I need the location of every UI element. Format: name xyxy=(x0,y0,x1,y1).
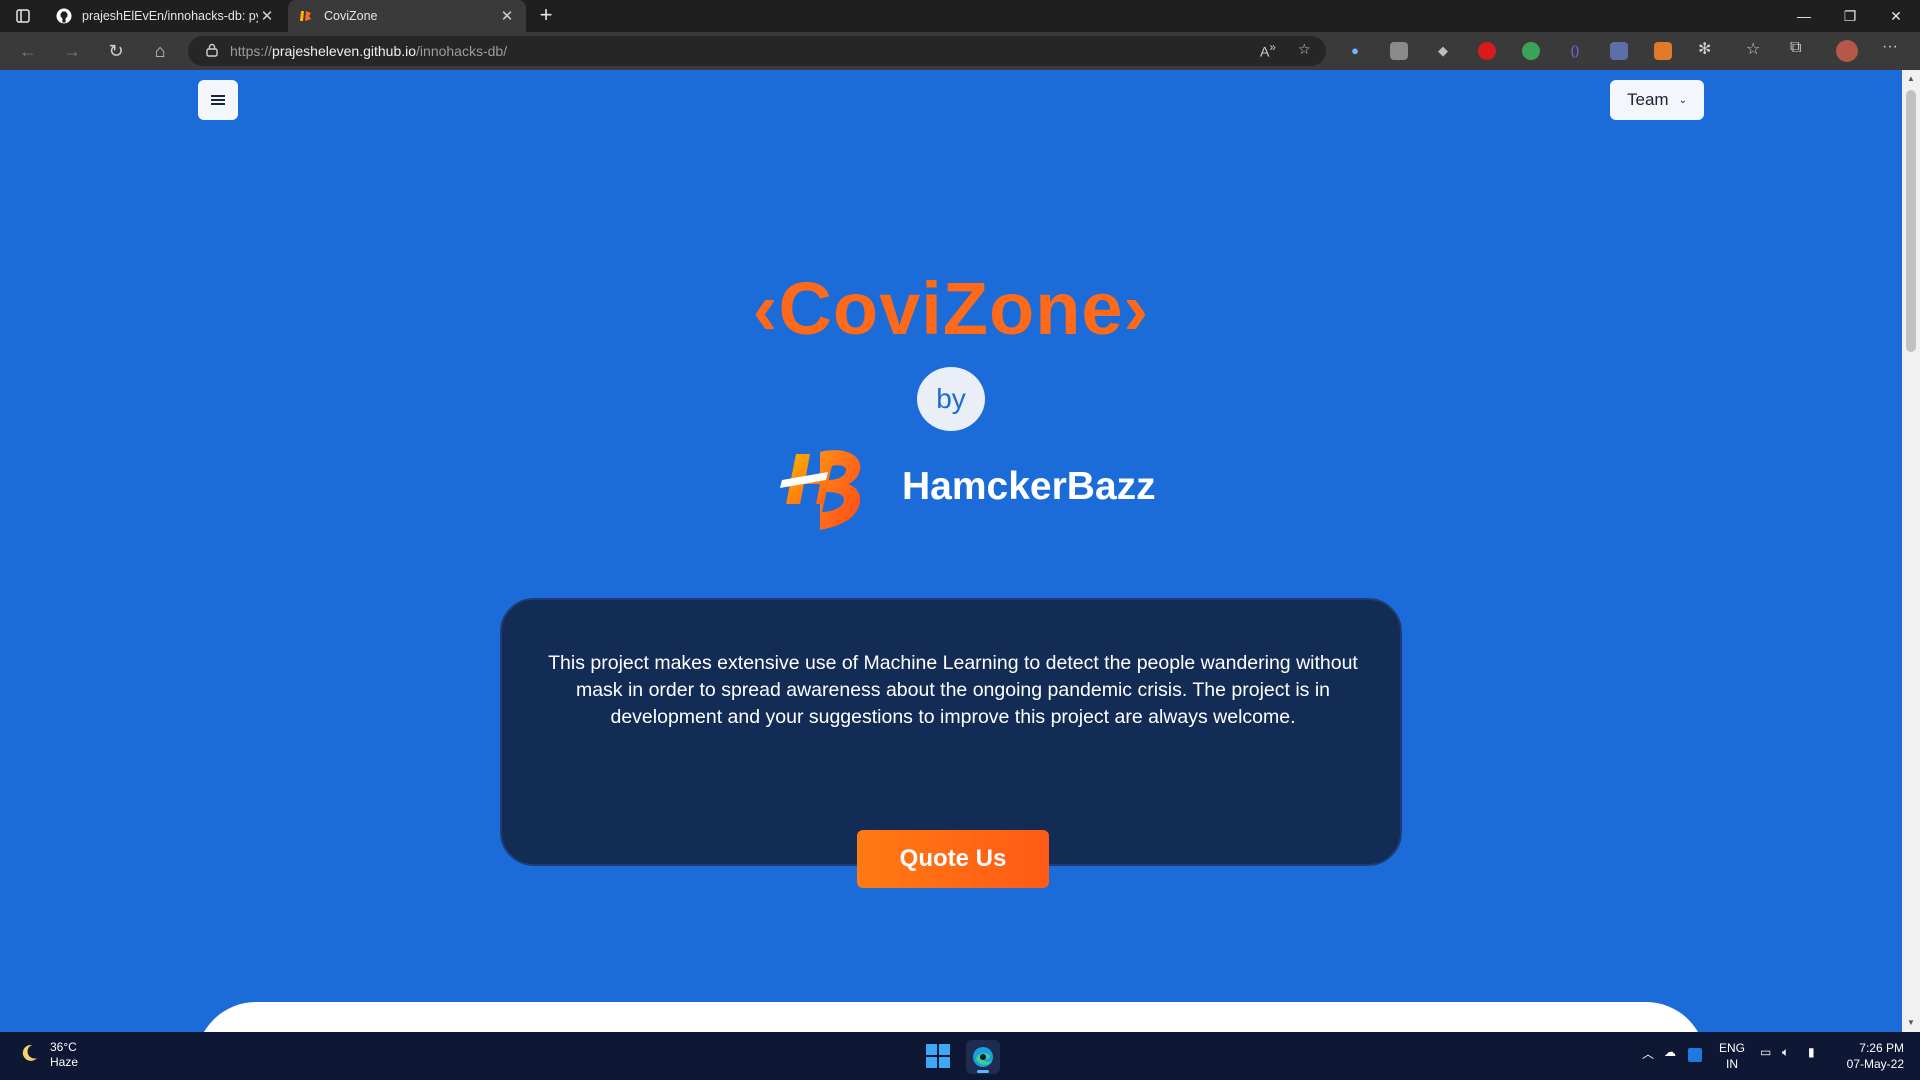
new-tab-button[interactable]: + xyxy=(532,2,560,30)
clock[interactable]: 7:26 PM 07-May-22 xyxy=(1838,1040,1904,1072)
by-label: by xyxy=(936,383,966,414)
close-tab-icon[interactable]: ✕ xyxy=(498,7,516,25)
show-hidden-icons[interactable]: ︿ xyxy=(1642,1045,1654,1062)
favorites-icon[interactable]: ☆ xyxy=(1746,39,1760,59)
read-aloud-icon[interactable]: A» xyxy=(1260,41,1276,60)
close-tab-icon[interactable]: ✕ xyxy=(258,7,276,25)
hamburger-icon xyxy=(211,95,225,105)
hamckerbazz-logo xyxy=(780,450,861,530)
extension-red-icon[interactable] xyxy=(1478,42,1496,60)
collections-icon[interactable]: ⧉ xyxy=(1790,39,1801,57)
extension-pen-icon[interactable] xyxy=(1610,42,1628,60)
lang-line1: ENG xyxy=(1718,1041,1745,1055)
org-branding: HamckerBazz xyxy=(776,437,1156,537)
team-dropdown-button[interactable]: Team ⌄ xyxy=(1610,80,1704,120)
extension-bookmark-icon[interactable]: ◆ xyxy=(1434,42,1452,60)
tab-covizone[interactable]: CoviZone ✕ xyxy=(288,0,526,32)
org-name: HamckerBazz xyxy=(902,465,1156,508)
lock-icon xyxy=(206,43,218,60)
tab-actions-icon[interactable] xyxy=(12,6,34,26)
metamask-icon[interactable] xyxy=(1654,42,1672,60)
next-section-panel xyxy=(196,1002,1706,1032)
minimize-icon[interactable]: — xyxy=(1782,0,1826,32)
address-bar[interactable]: https:// prajesheleven.github.io /innoha… xyxy=(188,36,1326,66)
clock-date: 07-May-22 xyxy=(1846,1057,1904,1071)
lang-line2: IN xyxy=(1726,1057,1738,1071)
network-icon[interactable]: ▭ xyxy=(1760,1045,1771,1059)
quote-us-button[interactable]: Quote Us xyxy=(857,830,1049,888)
clock-time: 7:26 PM xyxy=(1859,1041,1904,1055)
extension-k-icon[interactable] xyxy=(1390,42,1408,60)
hb-favicon-icon xyxy=(298,8,314,24)
tab-bar: prajeshElEvEn/innohacks-db: pyt ✕ CoviZo… xyxy=(0,0,1920,32)
scroll-up-icon[interactable]: ▲ xyxy=(1906,74,1916,83)
extensions-icon[interactable]: ✻ xyxy=(1698,39,1711,59)
moon-icon xyxy=(18,1042,40,1069)
browser-toolbar: ← → ↻ ⌂ https:// prajesheleven.github.io… xyxy=(0,32,1920,70)
extension-green-icon[interactable] xyxy=(1522,42,1540,60)
weather-widget[interactable]: 36°C Haze xyxy=(18,1040,78,1070)
hamburger-menu-button[interactable] xyxy=(198,80,238,120)
app-tray-icon[interactable] xyxy=(1688,1048,1702,1062)
battery-icon[interactable]: ▮ xyxy=(1808,1045,1815,1059)
project-description: This project makes extensive use of Mach… xyxy=(548,652,1358,728)
taskbar: 36°C Haze ︿ ☁ ENG IN ▭ 🔈︎ ▮ 7:26 PM 07-M… xyxy=(0,1032,1920,1080)
page-scrollbar[interactable]: ▲ ▼ xyxy=(1902,70,1920,1032)
tab-title: CoviZone xyxy=(324,9,378,23)
weather-temp: 36°C xyxy=(50,1040,77,1054)
url-scheme: https:// xyxy=(230,43,273,59)
home-icon[interactable]: ⌂ xyxy=(146,39,174,63)
edge-taskbar-icon[interactable] xyxy=(966,1040,1000,1074)
tab-github[interactable]: prajeshElEvEn/innohacks-db: pyt ✕ xyxy=(46,0,286,32)
chevron-down-icon: ⌄ xyxy=(1678,94,1687,106)
search-extension-icon[interactable]: ● xyxy=(1346,42,1364,60)
add-favorite-icon[interactable]: ☆ xyxy=(1298,41,1311,58)
tab-title: prajeshElEvEn/innohacks-db: pyt xyxy=(82,9,258,23)
team-label: Team xyxy=(1627,90,1669,109)
scrollbar-thumb[interactable] xyxy=(1906,90,1916,352)
volume-icon[interactable]: 🔈︎ xyxy=(1782,1045,1789,1060)
back-icon[interactable]: ← xyxy=(14,39,42,63)
weather-condition: Haze xyxy=(50,1055,79,1069)
site-title: ‹CoviZone› xyxy=(752,267,1150,350)
more-menu-icon[interactable]: ··· xyxy=(1882,38,1898,56)
language-indicator[interactable]: ENG IN xyxy=(1718,1040,1746,1072)
by-bubble: by xyxy=(917,367,985,431)
reload-icon[interactable]: ↻ xyxy=(102,39,130,63)
url-host: prajesheleven.github.io xyxy=(272,43,417,59)
extension-braces-icon[interactable]: () xyxy=(1566,42,1584,60)
url-path: /innohacks-db/ xyxy=(416,43,508,59)
project-info-card: This project makes extensive use of Mach… xyxy=(500,598,1402,888)
scroll-down-icon[interactable]: ▼ xyxy=(1906,1018,1916,1027)
github-icon xyxy=(56,8,72,24)
page-content: Team ⌄ ‹CoviZone› by HamckerBazz This pr… xyxy=(0,70,1902,1032)
restore-icon[interactable]: ❐ xyxy=(1828,0,1872,32)
onedrive-icon[interactable]: ☁ xyxy=(1664,1045,1676,1059)
start-button[interactable] xyxy=(926,1044,950,1068)
forward-icon[interactable]: → xyxy=(58,39,86,63)
profile-avatar[interactable] xyxy=(1836,40,1858,62)
close-window-icon[interactable]: ✕ xyxy=(1874,0,1918,32)
